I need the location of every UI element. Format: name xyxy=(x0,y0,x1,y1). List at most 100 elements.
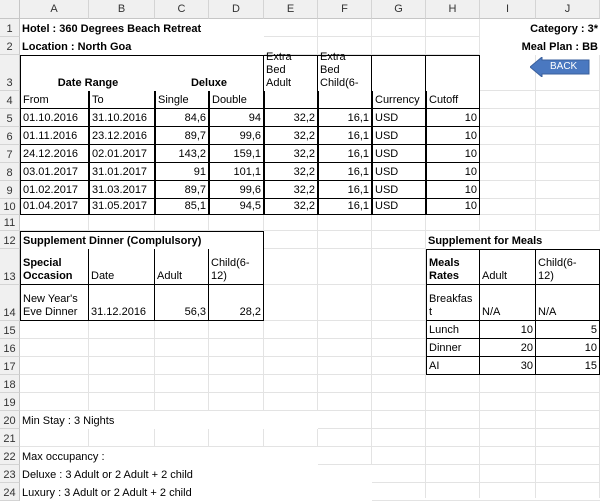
rate-cell-r6-c6[interactable]: 16,1 xyxy=(318,199,372,215)
row-header-13[interactable]: 13 xyxy=(0,249,20,285)
cutoff-header-blank[interactable] xyxy=(426,55,480,91)
rate-subheader-1[interactable]: To xyxy=(89,91,155,109)
column-header-a[interactable]: A xyxy=(20,0,89,19)
meal-adult-cell[interactable]: 20 xyxy=(480,339,536,357)
meal-name-cell[interactable]: AI xyxy=(426,357,480,375)
rate-cell-r5-c8[interactable]: 10 xyxy=(426,181,480,199)
column-header-c[interactable]: C xyxy=(155,0,209,19)
row-header-4[interactable]: 4 xyxy=(0,91,20,109)
meals-child-header[interactable]: Child(6- 12) xyxy=(536,249,600,285)
meal-plan-cell[interactable]: Meal Plan : BB xyxy=(480,37,600,55)
row-header-15[interactable]: 15 xyxy=(0,321,20,339)
rate-cell-r5-c6[interactable]: 16,1 xyxy=(318,181,372,199)
rate-cell-r1-c3[interactable]: 84,6 xyxy=(155,109,209,127)
row-header-16[interactable]: 16 xyxy=(0,339,20,357)
select-all-corner[interactable] xyxy=(0,0,20,19)
column-header-e[interactable]: E xyxy=(264,0,318,19)
event-child-cell[interactable]: 28,2 xyxy=(209,285,264,321)
rate-cell-r4-c1[interactable]: 03.01.2017 xyxy=(20,163,89,181)
meal-name-cell[interactable]: Lunch xyxy=(426,321,480,339)
row-header-9[interactable]: 9 xyxy=(0,181,20,199)
rate-cell-r2-c3[interactable]: 89,7 xyxy=(155,127,209,145)
rate-cell-r6-c1[interactable]: 01.04.2017 xyxy=(20,199,89,215)
row-header-18[interactable]: 18 xyxy=(0,375,20,393)
rate-subheader-4[interactable] xyxy=(264,91,318,109)
rate-cell-r3-c3[interactable]: 143,2 xyxy=(155,145,209,163)
rate-cell-r6-c3[interactable]: 85,1 xyxy=(155,199,209,215)
rate-cell-r1-c1[interactable]: 01.10.2016 xyxy=(20,109,89,127)
meal-child-cell[interactable]: 15 xyxy=(536,357,600,375)
column-header-i[interactable]: I xyxy=(480,0,536,19)
rate-cell-r4-c4[interactable]: 101,1 xyxy=(209,163,264,181)
rate-cell-r4-c5[interactable]: 32,2 xyxy=(264,163,318,181)
deluxe-occupancy-cell[interactable]: Deluxe : 3 Adult or 2 Adult + 2 child xyxy=(20,465,372,483)
column-header-d[interactable]: D xyxy=(209,0,264,19)
rate-cell-r1-c6[interactable]: 16,1 xyxy=(318,109,372,127)
rate-cell-r3-c1[interactable]: 24.12.2016 xyxy=(20,145,89,163)
rate-cell-r6-c7[interactable]: USD xyxy=(372,199,426,215)
rate-cell-r4-c2[interactable]: 31.01.2017 xyxy=(89,163,155,181)
rate-cell-r2-c7[interactable]: USD xyxy=(372,127,426,145)
rate-cell-r4-c8[interactable]: 10 xyxy=(426,163,480,181)
event-name-cell[interactable]: New Year's Eve Dinner xyxy=(20,285,89,321)
column-header-j[interactable]: J xyxy=(536,0,600,19)
rate-cell-r2-c8[interactable]: 10 xyxy=(426,127,480,145)
rate-subheader-2[interactable]: Single xyxy=(155,91,209,109)
rate-cell-r6-c8[interactable]: 10 xyxy=(426,199,480,215)
dinner-child-header[interactable]: Child(6- 12) xyxy=(209,249,264,285)
row-header-12[interactable]: 12 xyxy=(0,231,20,249)
rate-subheader-6[interactable]: Currency xyxy=(372,91,426,109)
meal-child-cell[interactable]: 5 xyxy=(536,321,600,339)
category-cell[interactable]: Category : 3* xyxy=(480,19,600,37)
rate-cell-r5-c2[interactable]: 31.03.2017 xyxy=(89,181,155,199)
special-occasion-header[interactable]: Special Occasion xyxy=(20,249,89,285)
row-header-11[interactable]: 11 xyxy=(0,215,20,231)
row-header-7[interactable]: 7 xyxy=(0,145,20,163)
rate-cell-r3-c6[interactable]: 16,1 xyxy=(318,145,372,163)
luxury-occupancy-cell[interactable]: Luxury : 3 Adult or 2 Adult + 2 child xyxy=(20,483,372,501)
meal-child-cell[interactable]: 10 xyxy=(536,339,600,357)
rate-subheader-3[interactable]: Double xyxy=(209,91,264,109)
rate-subheader-7[interactable]: Cutoff xyxy=(426,91,480,109)
meal-adult-cell[interactable]: 10 xyxy=(480,321,536,339)
row-header-21[interactable]: 21 xyxy=(0,429,20,447)
min-stay-cell[interactable]: Min Stay : 3 Nights xyxy=(20,411,318,429)
hotel-name-cell[interactable]: Hotel : 360 Degrees Beach Retreat xyxy=(20,19,264,37)
row-header-8[interactable]: 8 xyxy=(0,163,20,181)
row-header-3[interactable]: 3 xyxy=(0,55,20,91)
rate-cell-r5-c7[interactable]: USD xyxy=(372,181,426,199)
row-header-19[interactable]: 19 xyxy=(0,393,20,411)
rate-cell-r5-c4[interactable]: 99,6 xyxy=(209,181,264,199)
column-header-f[interactable]: F xyxy=(318,0,372,19)
rate-cell-r2-c2[interactable]: 23.12.2016 xyxy=(89,127,155,145)
rate-cell-r2-c5[interactable]: 32,2 xyxy=(264,127,318,145)
event-date-cell[interactable]: 31.12.2016 xyxy=(89,285,155,321)
rate-cell-r3-c5[interactable]: 32,2 xyxy=(264,145,318,163)
breakfast-cell[interactable]: Breakfas t xyxy=(426,285,480,321)
dinner-date-header[interactable]: Date xyxy=(89,249,155,285)
column-header-b[interactable]: B xyxy=(89,0,155,19)
supplement-meals-title[interactable]: Supplement for Meals xyxy=(426,231,600,249)
currency-header-blank[interactable] xyxy=(372,55,426,91)
breakfast-child-cell[interactable]: N/A xyxy=(536,285,600,321)
breakfast-adult-cell[interactable]: N/A xyxy=(480,285,536,321)
row-header-10[interactable]: 10 xyxy=(0,199,20,215)
row-header-20[interactable]: 20 xyxy=(0,411,20,429)
meals-rates-header[interactable]: Meals Rates xyxy=(426,249,480,285)
rate-cell-r6-c5[interactable]: 32,2 xyxy=(264,199,318,215)
spreadsheet[interactable]: A B C D E F G H I J 1 2 3 4 5 6 7 8 9 10 11 12 13 14 15 16 17 18 19 2… xyxy=(0,0,600,501)
date-range-header[interactable]: Date Range xyxy=(20,55,155,91)
rate-cell-r4-c3[interactable]: 91 xyxy=(155,163,209,181)
extra-bed-child-header[interactable]: Extra Bed Child(6- xyxy=(318,51,372,91)
rate-cell-r1-c4[interactable]: 94 xyxy=(209,109,264,127)
row-header-22[interactable]: 22 xyxy=(0,447,20,465)
dinner-adult-header[interactable]: Adult xyxy=(155,249,209,285)
meal-name-cell[interactable]: Dinner xyxy=(426,339,480,357)
rate-subheader-0[interactable]: From xyxy=(20,91,89,109)
rate-cell-r2-c4[interactable]: 99,6 xyxy=(209,127,264,145)
rate-cell-r6-c2[interactable]: 31.05.2017 xyxy=(89,199,155,215)
rate-cell-r5-c3[interactable]: 89,7 xyxy=(155,181,209,199)
row-header-2[interactable]: 2 xyxy=(0,37,20,55)
meal-adult-cell[interactable]: 30 xyxy=(480,357,536,375)
deluxe-header[interactable]: Deluxe xyxy=(155,55,264,91)
